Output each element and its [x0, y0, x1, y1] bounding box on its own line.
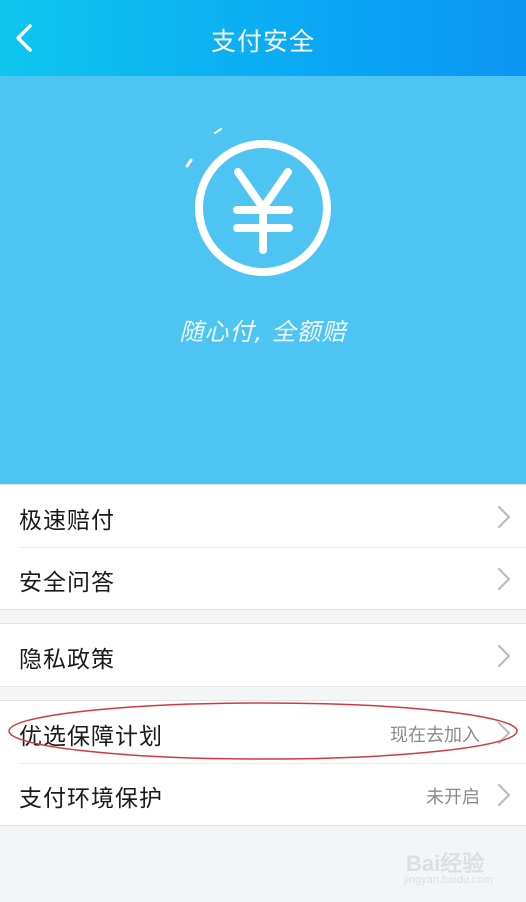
nav-bar: 支付安全: [0, 0, 526, 76]
row-label: 极速赔付: [19, 508, 115, 534]
settings-group-1: 极速赔付 安全问答: [0, 484, 526, 610]
settings-group-2: 隐私政策: [0, 623, 526, 687]
row-value: 未开启: [426, 787, 480, 808]
chevron-right-icon: [497, 644, 511, 668]
chevron-right-icon: [497, 505, 511, 529]
row-label: 安全问答: [19, 570, 115, 596]
yuan-coin-icon: [185, 128, 331, 276]
row-payment-environment-protection[interactable]: 支付环境保护 未开启: [0, 763, 526, 825]
row-security-qa[interactable]: 安全问答: [0, 547, 526, 609]
row-privacy-policy[interactable]: 隐私政策: [0, 624, 526, 686]
annotation-ellipse: [8, 702, 518, 760]
page-title: 支付安全: [210, 27, 315, 56]
hero-banner: 随心付, 全额赔: [0, 76, 526, 484]
row-fast-claim[interactable]: 极速赔付: [0, 485, 526, 547]
row-label: 隐私政策: [19, 647, 115, 673]
row-label: 支付环境保护: [19, 786, 163, 812]
watermark-url: jingyan.baidu.com: [404, 874, 493, 886]
baidu-jingyan-watermark: Bai经验 jingyan.baidu.com: [390, 846, 510, 892]
hero-slogan: 随心付, 全额赔: [179, 318, 347, 346]
chevron-right-icon: [497, 567, 511, 591]
chevron-right-icon: [497, 783, 511, 807]
